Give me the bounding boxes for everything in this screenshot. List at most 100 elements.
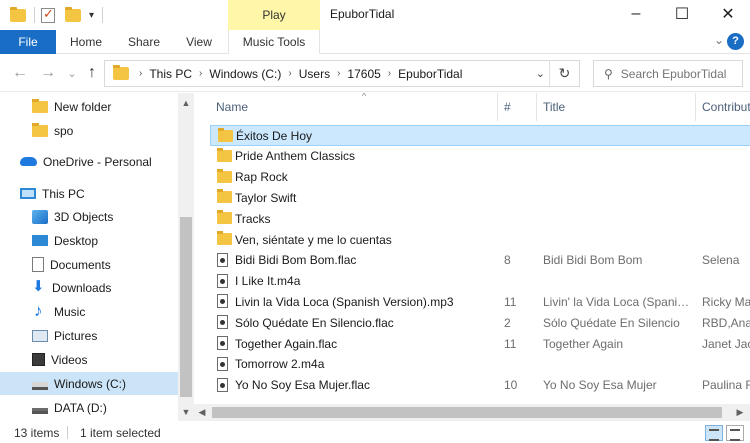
audio-file-icon xyxy=(217,315,228,330)
breadcrumb-item[interactable]: Users xyxy=(296,67,333,81)
address-dropdown-icon[interactable]: ⌄ xyxy=(536,67,545,80)
nav-item[interactable]: Music xyxy=(0,300,178,323)
breadcrumb-item[interactable]: 17605 xyxy=(344,67,383,81)
desktop-icon xyxy=(32,235,48,246)
folder-row[interactable]: Pride Anthem Classics xyxy=(210,146,750,167)
nav-item[interactable]: Desktop xyxy=(0,229,178,252)
details-view-icon[interactable] xyxy=(705,425,723,441)
divider xyxy=(67,426,68,439)
play-contextual-tab: Play xyxy=(228,0,320,30)
nav-item[interactable]: spo xyxy=(0,119,178,142)
breadcrumb-separator-icon[interactable]: › xyxy=(284,68,295,79)
search-box[interactable]: ⚲ xyxy=(593,60,743,87)
file-name: Taylor Swift xyxy=(235,190,297,205)
folder-icon[interactable] xyxy=(10,6,26,22)
breadcrumb-separator-icon[interactable]: › xyxy=(135,68,146,79)
nav-item[interactable]: Pictures xyxy=(0,324,178,347)
breadcrumb-separator-icon[interactable]: › xyxy=(384,68,395,79)
nav-item[interactable]: 3D Objects xyxy=(0,205,178,228)
sort-ascending-icon: ^ xyxy=(362,93,367,101)
help-icon[interactable]: ? xyxy=(727,33,744,50)
nav-item[interactable]: Windows (C:) xyxy=(0,372,178,395)
scroll-down-icon[interactable]: ▼ xyxy=(178,404,194,420)
contributing-artists: Paulina R xyxy=(702,378,750,393)
close-button[interactable]: ✕ xyxy=(705,0,750,28)
folder-row[interactable]: Taylor Swift xyxy=(210,187,750,208)
nav-item-label: Desktop xyxy=(54,233,99,248)
navigation-scrollbar[interactable]: ▲ ▼ xyxy=(178,93,194,421)
scrollbar-thumb[interactable] xyxy=(212,407,722,418)
file-row[interactable]: Yo No Soy Esa Mujer.flac 10 Yo No Soy Esa … xyxy=(210,375,750,396)
nav-item[interactable]: New folder xyxy=(0,95,178,118)
breadcrumb-item[interactable]: This PC xyxy=(146,67,195,81)
file-row[interactable]: Bidi Bidi Bom Bom.flac 8 Bidi Bidi Bom Bom… xyxy=(210,250,750,271)
file-name: Livin la Vida Loca (Spanish Version).mp3 xyxy=(235,294,454,309)
nav-item-label: Documents xyxy=(50,257,111,272)
scroll-right-icon[interactable]: ▶ xyxy=(732,404,748,420)
quick-access-toolbar: ▾ xyxy=(10,6,104,24)
customize-toolbar-icon[interactable]: ▾ xyxy=(89,10,94,21)
expand-ribbon-icon[interactable]: ⌄ xyxy=(714,33,724,47)
recent-locations-button[interactable]: ⌄ xyxy=(62,63,82,83)
scroll-left-icon[interactable]: ◀ xyxy=(194,404,210,420)
up-button[interactable]: ↑ xyxy=(82,63,102,83)
new-folder-icon[interactable] xyxy=(65,6,81,22)
computer-icon xyxy=(20,188,36,199)
file-row[interactable]: Livin la Vida Loca (Spanish Version).mp3… xyxy=(210,291,750,312)
folder-icon xyxy=(217,168,232,183)
maximize-button[interactable]: ☐ xyxy=(659,0,705,28)
navigation-pane: New folder spo OneDrive - Personal This PC 3… xyxy=(0,93,178,421)
folder-icon xyxy=(217,147,232,162)
file-row[interactable]: Together Again.flac 11 Together Again Janet… xyxy=(210,333,750,354)
tab-view[interactable]: View xyxy=(176,30,222,54)
breadcrumb-separator-icon[interactable]: › xyxy=(195,68,206,79)
refresh-button[interactable]: ↻ xyxy=(549,61,579,86)
breadcrumb-item[interactable]: Windows (C:) xyxy=(206,67,284,81)
column-header-number[interactable]: # xyxy=(498,93,537,121)
folder-row[interactable]: Tracks xyxy=(210,208,750,229)
audio-file-icon xyxy=(217,336,228,350)
search-input[interactable] xyxy=(620,66,731,81)
folder-row[interactable]: Rap Rock xyxy=(210,167,750,188)
nav-item[interactable]: DATA (D:) xyxy=(0,396,178,419)
tab-music-tools[interactable]: Music Tools xyxy=(228,30,320,54)
folder-icon xyxy=(113,65,129,80)
file-name: Éxitos De Hoy xyxy=(236,128,313,143)
breadcrumb-item[interactable]: EpuborTidal xyxy=(395,67,465,81)
nav-item-label: Downloads xyxy=(52,280,112,295)
nav-item-label: Pictures xyxy=(54,328,98,343)
back-button[interactable]: ← xyxy=(10,63,30,83)
tab-share[interactable]: Share xyxy=(116,30,172,54)
scrollbar-thumb[interactable] xyxy=(180,217,192,397)
audio-file-icon xyxy=(217,252,228,267)
horizontal-scrollbar[interactable]: ◀ ▶ xyxy=(194,404,750,421)
tab-home[interactable]: Home xyxy=(60,30,112,54)
file-row[interactable]: I Like It.m4a xyxy=(210,271,750,292)
track-title: Sólo Quédate En Silencio xyxy=(543,315,680,330)
minimize-button[interactable]: – xyxy=(613,0,659,28)
divider xyxy=(34,7,35,23)
address-row: ← → ⌄ ↑ › This PC › Windows (C:) › Users › 1760… xyxy=(0,55,750,92)
scroll-up-icon[interactable]: ▲ xyxy=(178,95,194,111)
forward-button[interactable]: → xyxy=(38,63,58,83)
column-header-contributing-artists[interactable]: Contributing artists xyxy=(696,93,750,121)
nav-item-label: OneDrive - Personal xyxy=(43,154,152,169)
track-title: Together Again xyxy=(543,336,624,351)
nav-item[interactable]: OneDrive - Personal xyxy=(0,150,178,173)
file-row[interactable]: Tomorrow 2.m4a xyxy=(210,354,750,375)
file-row[interactable]: Sólo Quédate En Silencio.flac 2 Sólo Quéda… xyxy=(210,312,750,333)
address-bar[interactable]: › This PC › Windows (C:) › Users › 17605 › Epubor… xyxy=(104,60,580,87)
nav-item[interactable]: Videos xyxy=(0,348,178,371)
nav-item[interactable]: Downloads xyxy=(0,276,178,299)
folder-row[interactable]: Éxitos De Hoy xyxy=(210,125,750,146)
nav-item[interactable]: This PC xyxy=(0,182,178,205)
large-icons-view-icon[interactable] xyxy=(726,425,744,441)
tab-file[interactable]: File xyxy=(0,30,56,54)
breadcrumb-separator-icon[interactable]: › xyxy=(333,68,344,79)
folder-row[interactable]: Ven, siéntate y me lo cuentas xyxy=(210,229,750,250)
column-header-name[interactable]: ^ Name xyxy=(210,93,498,121)
properties-icon[interactable] xyxy=(41,6,55,23)
file-name: Tomorrow 2.m4a xyxy=(235,357,325,372)
column-header-title[interactable]: Title xyxy=(537,93,696,121)
nav-item[interactable]: Documents xyxy=(0,253,178,276)
